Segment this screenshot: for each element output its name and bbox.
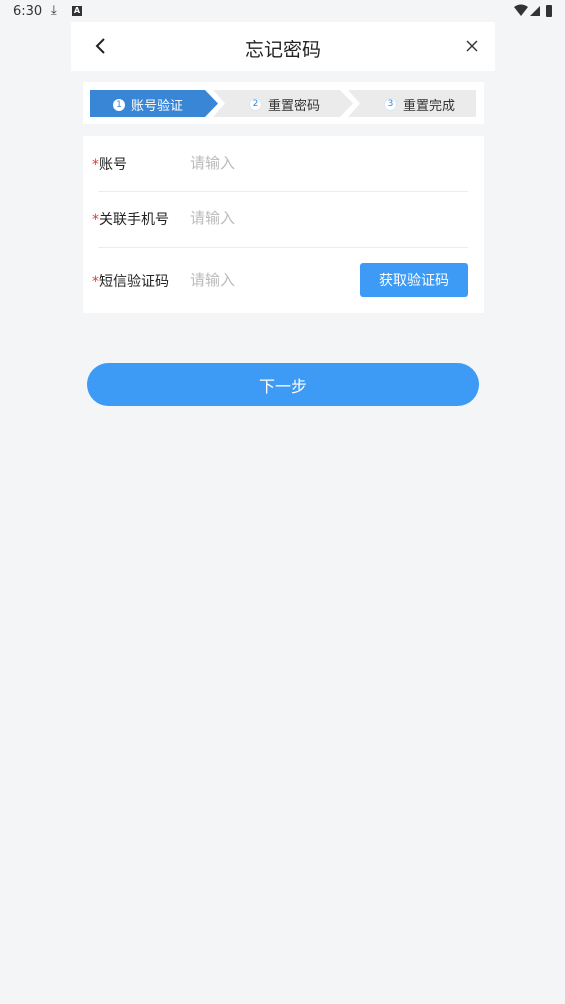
form-card: *账号 *关联手机号 *短信验证码 获取验证码 [83, 136, 484, 313]
step-3-number: 3 [384, 98, 397, 111]
close-icon[interactable] [465, 39, 479, 53]
step-3: 3 重置完成 [384, 95, 455, 114]
signal-icon [530, 6, 540, 16]
status-icons [513, 4, 553, 22]
header: 忘记密码 [71, 22, 495, 71]
step-2-label: 重置密码 [268, 99, 321, 114]
status-time: 6:30 [13, 4, 43, 19]
battery-icon [546, 5, 552, 17]
step-2-number: 2 [249, 98, 262, 111]
account-input[interactable] [190, 154, 350, 172]
step-1: 1 账号验证 [113, 95, 183, 114]
a-icon: A [72, 6, 82, 16]
step-1-number: 1 [113, 98, 125, 111]
sms-label: *短信验证码 [92, 274, 169, 290]
phone-input[interactable] [190, 209, 350, 227]
get-code-button[interactable]: 获取验证码 [360, 263, 468, 297]
phone-label: *关联手机号 [92, 212, 169, 228]
steps-indicator: 1 账号验证 2 重置密码 3 重置完成 [83, 82, 484, 124]
divider [98, 247, 468, 248]
step-3-label: 重置完成 [403, 99, 456, 114]
sms-code-input[interactable] [190, 271, 350, 289]
status-bar: 6:30 ⤓ A [0, 0, 565, 24]
account-label: *账号 [92, 157, 127, 173]
step-2: 2 重置密码 [249, 95, 320, 114]
download-icon: ⤓ [51, 3, 57, 18]
wifi-icon [514, 4, 528, 16]
divider [98, 191, 468, 192]
next-step-button[interactable]: 下一步 [87, 363, 479, 406]
page-title: 忘记密码 [244, 39, 321, 61]
step-1-label: 账号验证 [131, 99, 184, 114]
